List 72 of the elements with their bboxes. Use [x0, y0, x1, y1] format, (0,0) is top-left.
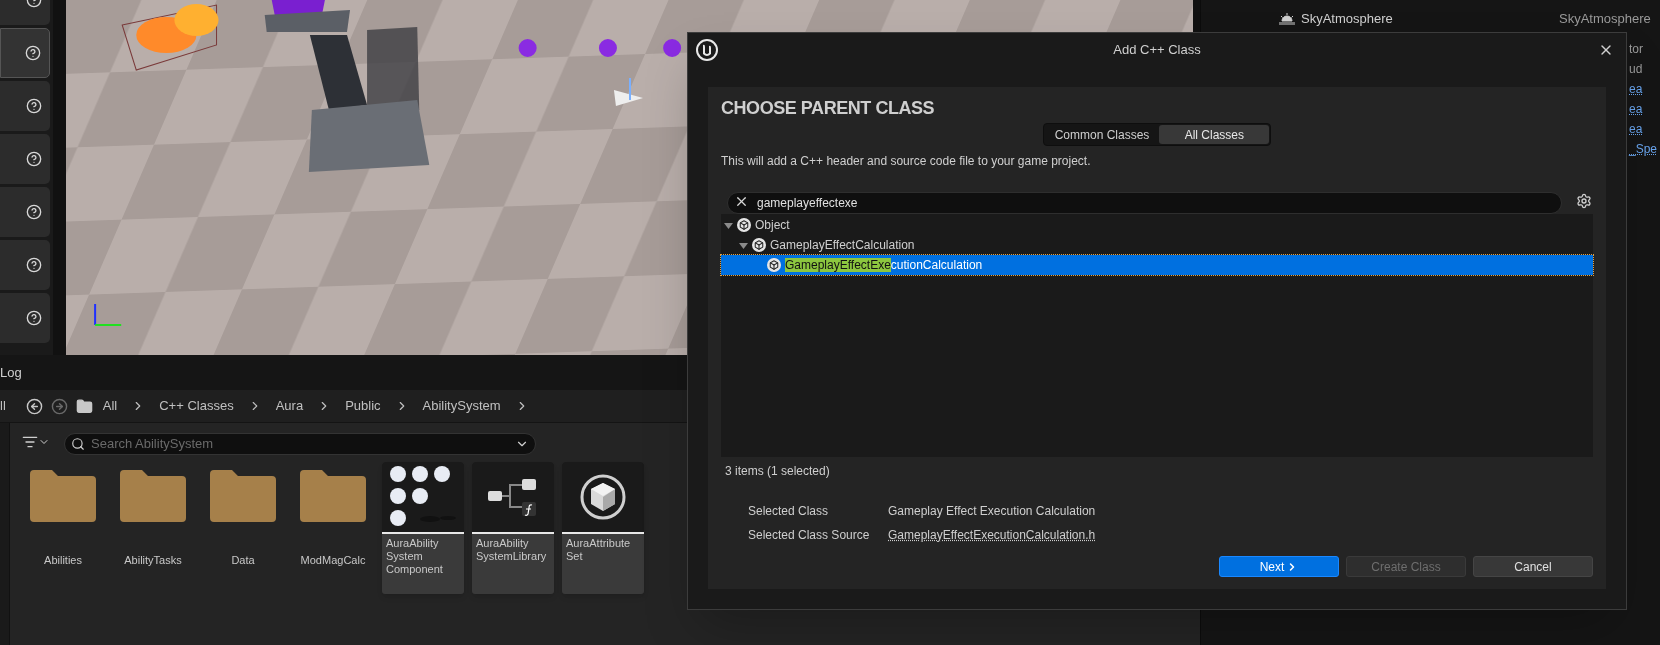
link-text[interactable]: _Spe — [1629, 139, 1660, 159]
outliner-item[interactable]: SkyAtmosphere — [1301, 9, 1559, 29]
folder-item[interactable]: AbilityTasks — [112, 462, 194, 594]
tab[interactable]: All Classes — [1159, 125, 1270, 144]
field-label: Selected Class Source — [748, 527, 871, 544]
search-icon — [71, 437, 85, 451]
breadcrumb-item[interactable]: All — [100, 396, 120, 416]
asset-tile[interactable]: AuraAbility System Component — [382, 462, 464, 594]
folder-icon — [75, 397, 93, 415]
toolbar-button[interactable] — [0, 293, 50, 343]
asset-tile[interactable]: AuraAttribute Set — [562, 462, 644, 594]
help-icon — [25, 45, 41, 61]
toolbar-button[interactable] — [0, 187, 50, 237]
folder-item[interactable]: ModMagCalc — [292, 462, 374, 594]
clear-icon[interactable] — [734, 194, 749, 209]
file-link[interactable]: GameplayEffectExecutionCalculation.h — [888, 526, 1096, 544]
folder-icon — [30, 470, 96, 522]
help-icon — [26, 257, 42, 273]
class-name: GameplayEffectCalculation — [770, 237, 915, 254]
class-name: Object — [755, 217, 790, 234]
link-text[interactable]: ea — [1629, 79, 1660, 99]
help-icon — [26, 151, 42, 167]
class-icon — [752, 238, 766, 252]
folder-icon — [210, 470, 276, 522]
property-text: ud — [1629, 61, 1644, 78]
next-button[interactable]: Next — [1219, 556, 1339, 577]
asset-tile[interactable]: AuraAbility SystemLibrary — [472, 462, 554, 594]
dots-grid-icon — [390, 466, 456, 528]
tab[interactable]: Common Classes — [1044, 125, 1160, 144]
description-text: This will add a C++ header and source code file to your game project. — [721, 153, 1092, 170]
search-field[interactable]: Search AbilitySystem — [64, 432, 536, 455]
dialog-title: Add C++ Class — [1113, 41, 1201, 60]
logo-icon — [696, 39, 718, 61]
node-graph-icon — [488, 477, 538, 517]
field-label: Selected Class — [748, 503, 830, 520]
help-icon — [26, 310, 42, 326]
folder-item[interactable]: Abilities — [22, 462, 104, 594]
folder-item[interactable]: Data — [202, 462, 284, 594]
item-count: 3 items (1 selected) — [725, 463, 831, 480]
property-text: tor — [1629, 41, 1644, 58]
tree-row[interactable]: GameplayEffectCalculation — [721, 235, 1593, 255]
back-icon[interactable] — [25, 397, 43, 415]
breadcrumb-item[interactable]: AbilitySystem — [420, 396, 503, 416]
toolbar-button[interactable] — [0, 134, 50, 184]
help-icon — [26, 204, 42, 220]
search-field[interactable]: gameplayeffectexe — [727, 192, 1562, 214]
link-text[interactable]: ea — [1629, 99, 1660, 119]
caret-icon[interactable] — [739, 240, 748, 250]
cube-icon — [580, 474, 626, 520]
field-value: Gameplay Effect Execution Calculation — [888, 503, 1096, 520]
caret-icon[interactable] — [724, 220, 733, 230]
class-icon — [737, 218, 751, 232]
toolbar-button[interactable] — [0, 240, 50, 290]
folder-icon — [120, 470, 186, 522]
type-label: SkyAtmosphere — [1559, 10, 1651, 29]
panel-tab[interactable]: Log — [0, 362, 22, 383]
filter-icon[interactable] — [22, 434, 38, 450]
breadcrumb-item[interactable]: Aura — [273, 396, 306, 416]
breadcrumb-item[interactable]: C++ Classes — [157, 396, 236, 416]
forward-icon[interactable] — [50, 397, 68, 415]
help-icon — [26, 98, 42, 114]
dialog-button[interactable]: Cancel — [1473, 556, 1593, 577]
toolbar-button[interactable] — [0, 28, 50, 78]
folder-icon — [300, 470, 366, 522]
class-icon — [767, 258, 781, 272]
toolbar-button[interactable] — [0, 81, 50, 131]
breadcrumb-item[interactable]: Public — [343, 396, 383, 416]
tree-row[interactable]: Object — [721, 215, 1593, 235]
section-heading: CHOOSE PARENT CLASS — [721, 97, 936, 120]
breadcrumb-item[interactable]: ll — [0, 396, 6, 416]
link-text[interactable]: ea — [1629, 119, 1660, 139]
settings-icon[interactable] — [1576, 193, 1592, 209]
